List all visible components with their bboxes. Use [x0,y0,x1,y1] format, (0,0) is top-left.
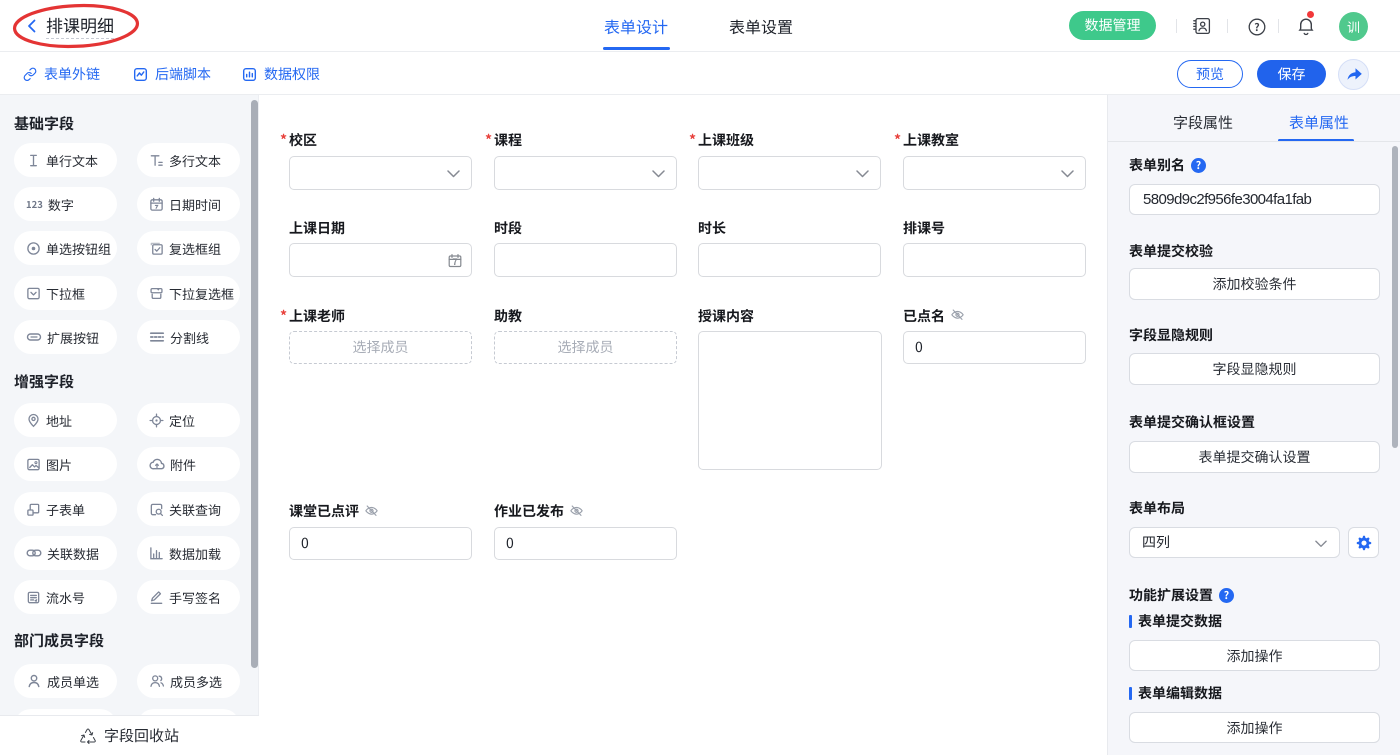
svg-text:?: ? [1254,20,1259,35]
svg-text:7: 7 [452,255,457,268]
